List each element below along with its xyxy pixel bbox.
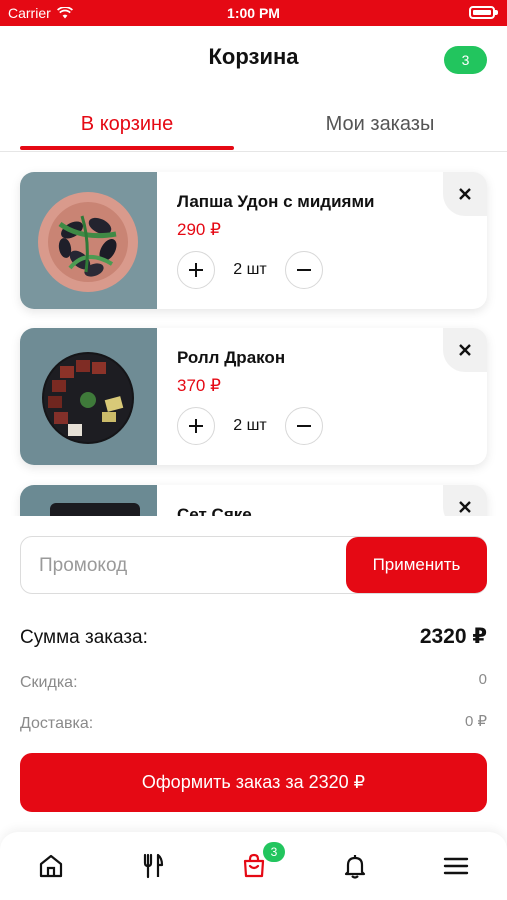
cart-item-image — [20, 328, 157, 465]
udon-mussels-photo — [38, 192, 138, 292]
apply-promo-button[interactable]: Применить — [346, 537, 487, 593]
remove-item-button[interactable] — [443, 485, 487, 516]
home-icon — [39, 854, 63, 878]
cart-item-name: Лапша Удон с мидиями — [177, 192, 375, 211]
plus-icon — [189, 263, 203, 277]
plus-icon — [189, 419, 203, 433]
nav-menu[interactable] — [132, 846, 172, 886]
clock: 1:00 PM — [227, 5, 280, 21]
increase-quantity-button[interactable] — [177, 251, 215, 289]
cart-item: Сет Сяке — [20, 485, 487, 516]
cart-item-image — [20, 172, 157, 309]
cart-item-image — [20, 485, 157, 516]
bell-icon — [344, 855, 366, 879]
sake-set-photo — [50, 503, 140, 516]
cart-item-price: 290 ₽ — [177, 220, 221, 239]
tab-in-cart[interactable]: В корзине — [20, 113, 234, 136]
order-total-label: Сумма заказа: — [20, 627, 148, 648]
cart-item-name: Ролл Дракон — [177, 348, 286, 367]
tab-my-orders[interactable]: Мои заказы — [274, 113, 486, 136]
menu-fork-knife-icon — [143, 853, 164, 879]
close-icon — [459, 344, 471, 356]
discount-label: Скидка: — [20, 674, 78, 691]
remove-item-button[interactable] — [443, 328, 487, 372]
discount-value: 0 — [478, 671, 487, 688]
active-tab-indicator — [20, 146, 234, 150]
page-title: Корзина — [208, 44, 299, 69]
decrease-quantity-button[interactable] — [285, 251, 323, 289]
quantity-value: 2 шт — [233, 261, 267, 278]
hamburger-icon — [443, 857, 469, 875]
status-bar: Carrier 1:00 PM — [0, 0, 507, 26]
minus-icon — [297, 425, 311, 427]
bottom-navigation — [0, 832, 507, 900]
quantity-stepper: 2 шт — [177, 251, 323, 289]
delivery-value: 0 ₽ — [464, 713, 487, 730]
cart-count-badge: 3 — [444, 46, 487, 74]
cart-item: Ролл Дракон 370 ₽ 2 шт — [20, 328, 487, 465]
nav-notifications[interactable] — [335, 846, 375, 886]
checkout-button[interactable]: Оформить заказ за 2320 ₽ — [20, 753, 487, 812]
cart-list[interactable]: Лапша Удон с мидиями 290 ₽ 2 шт Ролл Дра… — [0, 152, 507, 516]
nav-more[interactable] — [436, 846, 476, 886]
nav-home[interactable] — [31, 846, 71, 886]
cart-item: Лапша Удон с мидиями 290 ₽ 2 шт — [20, 172, 487, 309]
increase-quantity-button[interactable] — [177, 407, 215, 445]
order-total-value: 2320 ₽ — [419, 625, 487, 648]
cart-item-name: Сет Сяке — [177, 505, 252, 516]
battery-icon — [469, 6, 498, 19]
dragon-roll-photo — [42, 352, 134, 444]
close-icon — [459, 501, 471, 513]
remove-item-button[interactable] — [443, 172, 487, 216]
nav-cart-badge: 3 — [263, 842, 285, 862]
cart-item-price: 370 ₽ — [177, 376, 221, 395]
minus-icon — [297, 269, 311, 271]
decrease-quantity-button[interactable] — [285, 407, 323, 445]
close-icon — [459, 188, 471, 200]
quantity-stepper: 2 шт — [177, 407, 323, 445]
delivery-label: Доставка: — [20, 715, 94, 732]
quantity-value: 2 шт — [233, 417, 267, 434]
promo-code-input[interactable] — [39, 551, 339, 581]
